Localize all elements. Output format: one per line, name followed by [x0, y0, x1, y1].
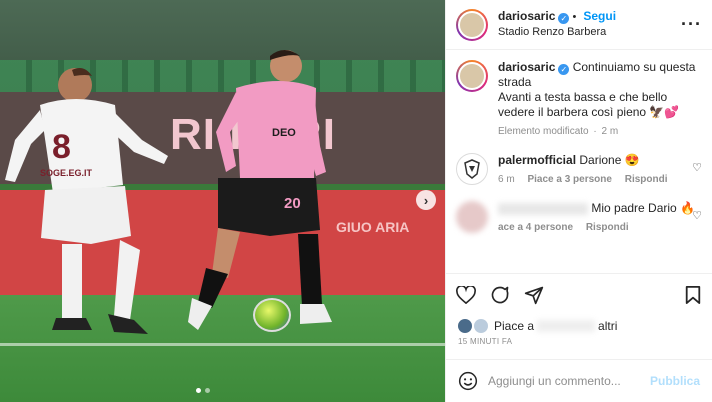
verified-badge-icon: ✓ [558, 64, 570, 75]
caption-time: 2 m [601, 126, 619, 137]
comment-text: Darione 😍 [579, 153, 640, 167]
share-send-icon[interactable] [524, 285, 544, 305]
verified-badge-icon: ✓ [558, 13, 570, 24]
ad-board-text: GIUO ARIA [336, 219, 410, 235]
post-location[interactable]: Stadio Renzo Barbera [498, 25, 681, 40]
instagram-post: RI PERI GIUO ARIA 8 SOGE.EG.IT DEO [0, 0, 712, 402]
carousel-dots [196, 388, 210, 393]
post-photo[interactable]: RI PERI GIUO ARIA 8 SOGE.EG.IT DEO [0, 0, 445, 402]
likes-suffix: altri [598, 319, 618, 333]
comments-section: dariosaric ✓ Continuiamo su questa strada… [446, 50, 712, 273]
comment-input[interactable] [488, 374, 650, 388]
comment-text: Mio padre Dario 🔥 [591, 201, 695, 215]
comment-likes[interactable]: Piace a 3 persone [527, 174, 612, 185]
caption-edited-label: Elemento modificato [498, 126, 589, 137]
carousel-dot [205, 388, 210, 393]
pink-player-number: 20 [284, 195, 301, 212]
white-player-number: 8 [52, 128, 71, 166]
follow-separator: • [572, 11, 577, 23]
comment-likes[interactable]: ace a 4 persone [498, 222, 573, 233]
pitch-line [0, 343, 445, 346]
post-timestamp: 15 MINUTI FA [458, 337, 513, 346]
liker-avatar [474, 319, 488, 333]
post-side-panel: dariosaric ✓ • Segui Stadio Renzo Barbera… [445, 0, 712, 402]
pink-player-sponsor: DEO [272, 127, 296, 139]
carousel-dot-active [196, 388, 201, 393]
caption-username[interactable]: dariosaric [498, 60, 555, 74]
comment-username[interactable]: palermofficial [498, 153, 576, 167]
comment-row: palermofficial Darione 😍 6 m Piace a 3 p… [456, 153, 702, 187]
palermo-avatar[interactable] [456, 153, 488, 185]
post-header: dariosaric ✓ • Segui Stadio Renzo Barbera… [446, 0, 712, 50]
pink-kit-player: DEO 20 [188, 50, 332, 330]
caption-meta-separator: · [593, 126, 597, 137]
redacted-liker [537, 320, 596, 332]
like-heart-icon[interactable] [456, 285, 476, 304]
commenter-avatar[interactable] [456, 201, 488, 233]
reply-button[interactable]: Rispondi [625, 174, 668, 185]
emoji-smiley-icon[interactable] [458, 371, 478, 391]
comment-time: 6 m [498, 174, 515, 185]
comment-bubble-icon[interactable] [490, 285, 510, 305]
comment-row: Mio padre Dario 🔥 ace a 4 persone Rispon… [456, 201, 702, 235]
publish-button[interactable]: Pubblica [650, 374, 700, 388]
save-bookmark-icon[interactable] [684, 285, 702, 305]
white-player-sponsor: SOGE.EG.IT [40, 168, 93, 178]
comment-like-heart-icon[interactable]: ♡ [692, 209, 702, 222]
chevron-right-icon: › [423, 192, 429, 208]
more-options-icon[interactable]: ··· [681, 14, 702, 35]
palermo-crest-icon [464, 159, 480, 179]
carousel-next-button[interactable]: › [416, 190, 436, 210]
liker-avatar [458, 319, 472, 333]
football [253, 298, 291, 332]
white-kit-player: 8 SOGE.EG.IT [5, 68, 168, 334]
follow-button[interactable]: Segui [583, 9, 616, 23]
likes-summary[interactable]: Piace a altri [446, 315, 712, 337]
reply-button[interactable]: Rispondi [586, 222, 629, 233]
add-comment-bar: Pubblica [446, 359, 712, 402]
redacted-username [498, 202, 588, 215]
author-username[interactable]: dariosaric [498, 9, 555, 23]
likes-prefix: Piace a [494, 319, 535, 333]
post-actions-bar [446, 273, 712, 315]
comment-like-heart-icon[interactable]: ♡ [692, 161, 702, 174]
caption-row: dariosaric ✓ Continuiamo su questa strada… [456, 60, 702, 139]
author-avatar[interactable] [456, 8, 488, 41]
caption-avatar[interactable] [456, 60, 488, 92]
